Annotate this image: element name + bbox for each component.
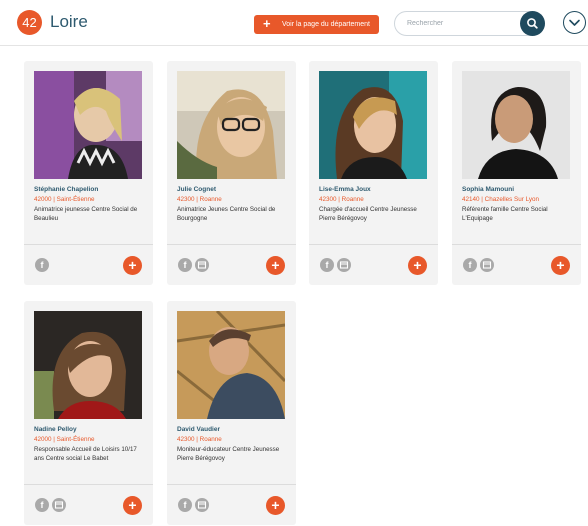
department-title: Loire (50, 12, 88, 31)
add-contact-button[interactable]: + (266, 256, 285, 275)
profile-location: 42000 | Saint-Étienne (34, 436, 95, 443)
card-divider (24, 244, 153, 245)
profile-photo (34, 311, 142, 419)
search-button[interactable] (520, 11, 545, 36)
facebook-icon[interactable]: f (463, 258, 477, 272)
add-contact-button[interactable]: + (408, 256, 427, 275)
profile-location: 42140 | Chazelles Sur Lyon (462, 196, 540, 203)
profile-role: Chargée d'accueil Centre Jeunesse Pierre… (319, 206, 417, 222)
profile-location: 42000 | Saint-Étienne (34, 196, 95, 203)
add-contact-button[interactable]: + (266, 496, 285, 515)
expand-button[interactable] (563, 11, 586, 34)
profile-location: 42300 | Roanne (177, 196, 222, 203)
profile-name: Julie Cognet (177, 186, 217, 193)
card-divider (167, 244, 296, 245)
search-input[interactable] (407, 16, 515, 31)
profile-photo (319, 71, 427, 179)
profile-photo (34, 71, 142, 179)
card-divider (24, 484, 153, 485)
facebook-icon[interactable]: f (320, 258, 334, 272)
website-icon[interactable] (337, 258, 351, 272)
profile-name: Stéphanie Chapelion (34, 186, 99, 193)
card-divider (309, 244, 438, 245)
card-divider (167, 484, 296, 485)
view-department-button[interactable]: + Voir la page du département (254, 15, 379, 34)
search-box (394, 11, 545, 36)
website-icon[interactable] (480, 258, 494, 272)
profile-name: Nadine Pelloy (34, 426, 77, 433)
profile-photo (177, 311, 285, 419)
facebook-icon[interactable]: f (35, 498, 49, 512)
profile-card: Nadine Pelloy 42000 | Saint-Étienne Resp… (24, 301, 153, 525)
add-contact-button[interactable]: + (551, 256, 570, 275)
facebook-icon[interactable]: f (178, 258, 192, 272)
chevron-down-icon (569, 19, 580, 26)
plus-icon: + (263, 16, 271, 31)
profile-card: Lise-Emma Joux 42300 | Roanne Chargée d'… (309, 61, 438, 285)
profile-role: Responsable Accueil de Loisirs 10/17 ans… (34, 446, 137, 462)
view-department-label: Voir la page du département (282, 21, 370, 28)
profile-location: 42300 | Roanne (177, 436, 222, 443)
search-icon (527, 18, 538, 29)
profile-name: Lise-Emma Joux (319, 186, 371, 193)
profile-role: Référente famille Centre Social L'Equipa… (462, 206, 548, 222)
profile-name: David Vaudier (177, 426, 220, 433)
profile-photo (177, 71, 285, 179)
website-icon[interactable] (52, 498, 66, 512)
profile-location: 42300 | Roanne (319, 196, 364, 203)
profile-card: Julie Cognet 42300 | Roanne Animatrice J… (167, 61, 296, 285)
card-divider (452, 244, 581, 245)
add-contact-button[interactable]: + (123, 496, 142, 515)
profile-role: Animatrice jeunesse Centre Social de Bea… (34, 206, 138, 222)
facebook-icon[interactable]: f (35, 258, 49, 272)
add-contact-button[interactable]: + (123, 256, 142, 275)
profile-card: David Vaudier 42300 | Roanne Moniteur-éd… (167, 301, 296, 525)
profile-photo (462, 71, 570, 179)
website-icon[interactable] (195, 258, 209, 272)
website-icon[interactable] (195, 498, 209, 512)
department-number-badge: 42 (17, 10, 42, 35)
profile-card: Sophia Mamouni 42140 | Chazelles Sur Lyo… (452, 61, 581, 285)
profile-name: Sophia Mamouni (462, 186, 514, 193)
profile-role: Animatrice Jeunes Centre Social de Bourg… (177, 206, 276, 222)
profile-card: Stéphanie Chapelion 42000 | Saint-Étienn… (24, 61, 153, 285)
page-header: 42 Loire + Voir la page du département (0, 0, 588, 46)
facebook-icon[interactable]: f (178, 498, 192, 512)
profile-role: Moniteur-éducateur Centre Jeunesse Pierr… (177, 446, 280, 462)
